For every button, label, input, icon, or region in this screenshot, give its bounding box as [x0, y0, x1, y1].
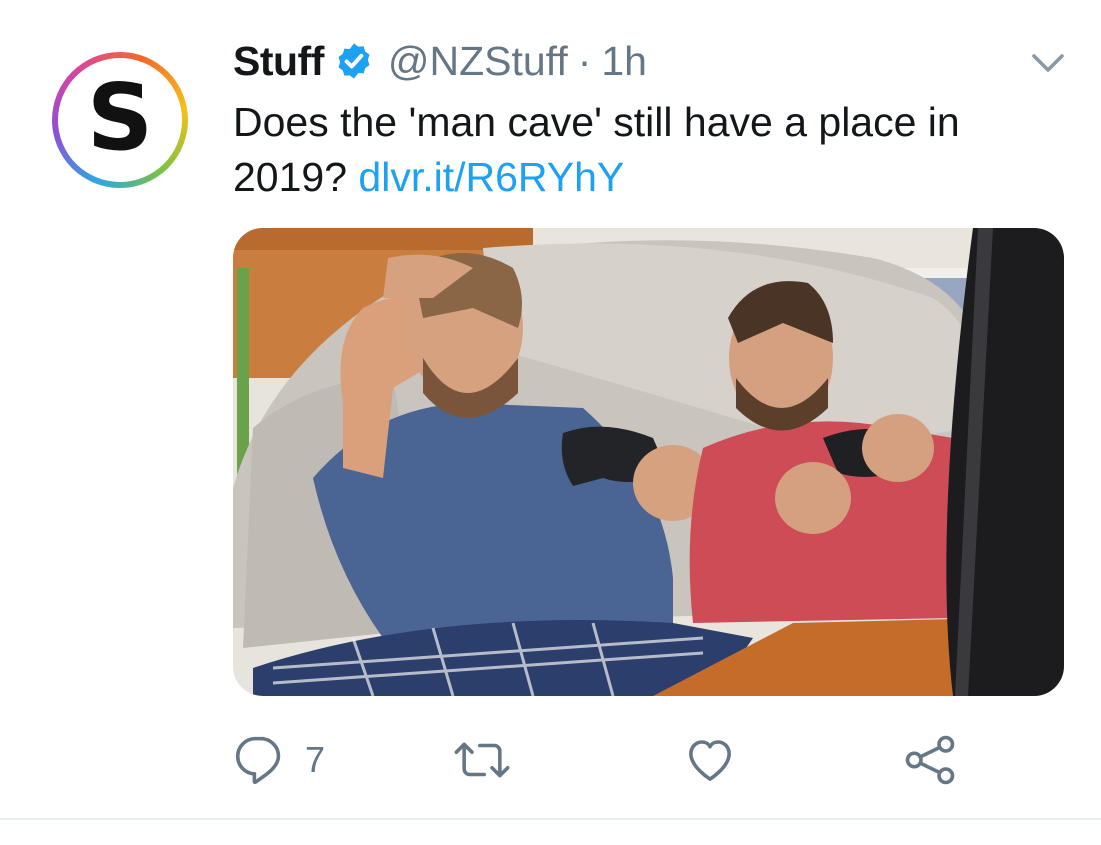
reply-icon: [235, 736, 281, 785]
verified-badge-icon: [338, 43, 370, 79]
separator-dot: ·: [577, 37, 592, 84]
avatar-logo-letter: S: [86, 64, 154, 171]
photo-two-men-gaming-icon: [233, 228, 1064, 696]
tweet[interactable]: S Stuff @NZStuff · 1h Does the 'man cave…: [0, 0, 1101, 845]
retweet-icon: [454, 742, 510, 778]
like-button[interactable]: [683, 730, 737, 790]
reply-count: 7: [305, 739, 326, 780]
share-button[interactable]: [903, 730, 957, 790]
reply-button[interactable]: 7: [233, 730, 325, 790]
timestamp[interactable]: 1h: [601, 38, 647, 85]
avatar[interactable]: S: [52, 52, 188, 188]
tweet-header: Stuff @NZStuff · 1h: [233, 36, 647, 86]
heart-icon: [689, 740, 731, 781]
display-name[interactable]: Stuff: [233, 38, 324, 85]
avatar-inner: S: [58, 58, 182, 182]
user-handle[interactable]: @NZStuff: [388, 38, 568, 85]
tweet-link[interactable]: dlvr.it/R6RYhY: [358, 154, 624, 200]
tweet-text: Does the 'man cave' still have a place i…: [233, 95, 1063, 205]
divider: [0, 818, 1101, 820]
media-photo[interactable]: [233, 228, 1064, 696]
action-bar: 7: [233, 730, 1063, 790]
retweet-button[interactable]: [453, 730, 511, 790]
share-icon: [905, 735, 955, 785]
chevron-down-icon[interactable]: [1028, 48, 1068, 78]
